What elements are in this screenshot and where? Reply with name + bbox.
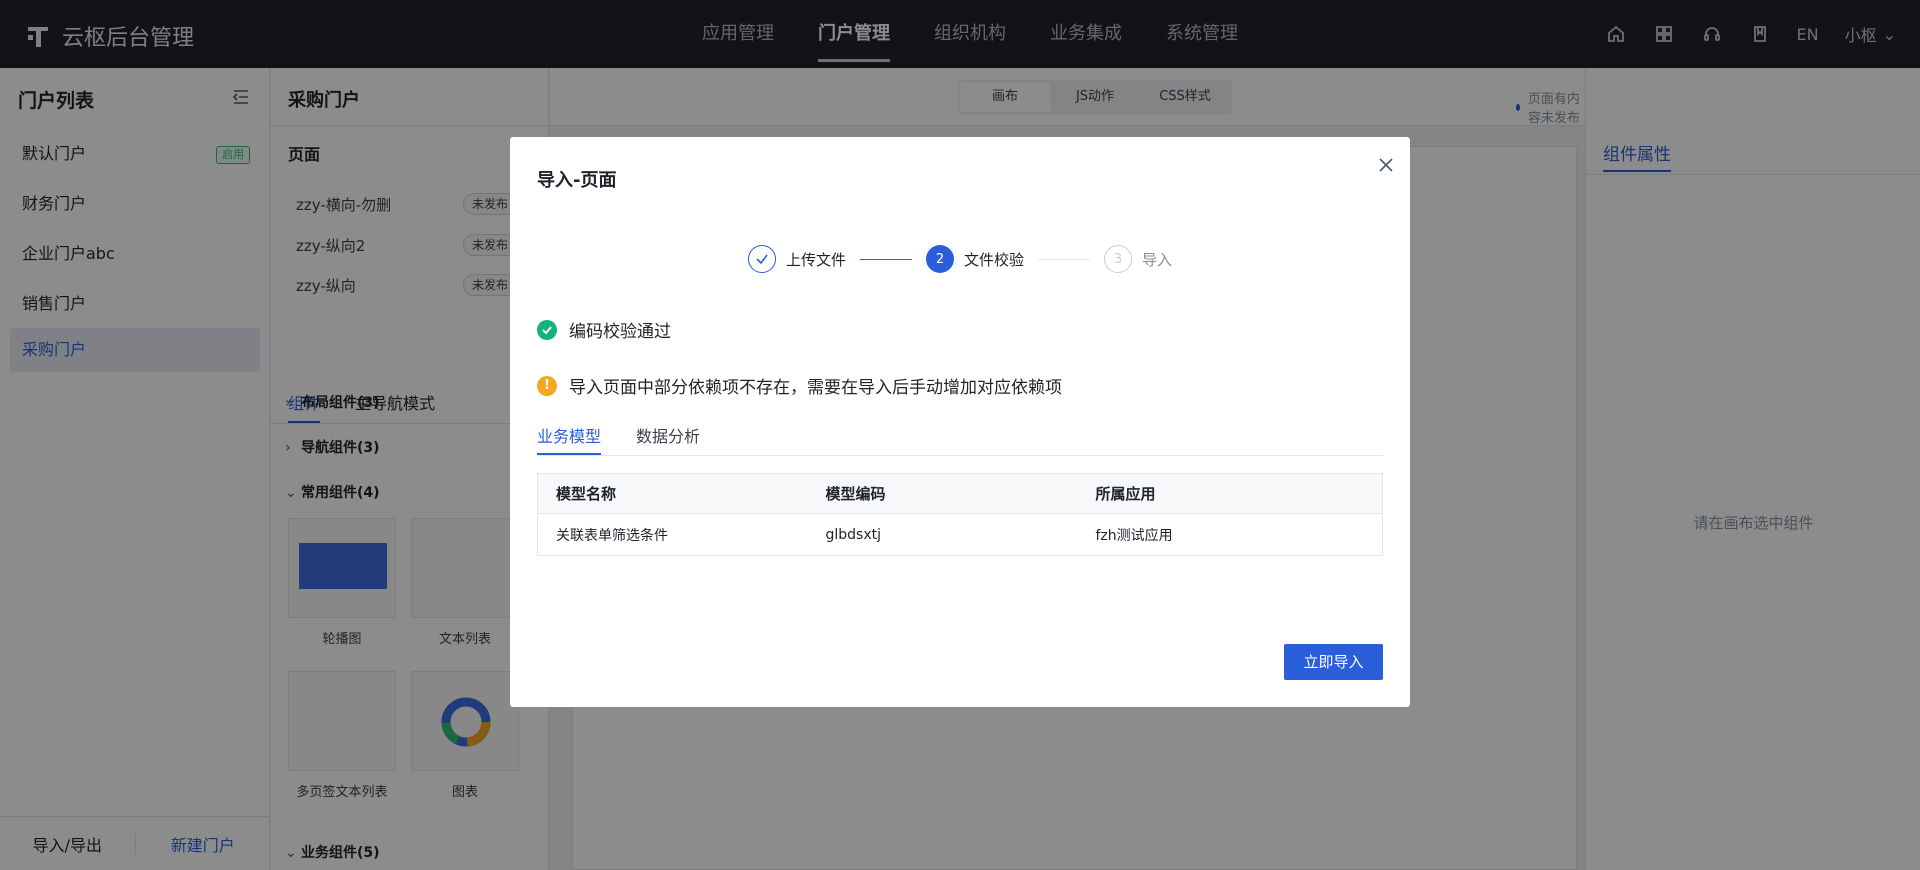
warning-text: 导入页面中部分依赖项不存在，需要在导入后手动增加对应依赖项 [569, 378, 1062, 398]
step-number: 2 [926, 245, 954, 273]
column-header: 所属应用 [1077, 473, 1383, 514]
import-steps: 上传文件 2 文件校验 3 导入 [748, 245, 1208, 275]
warning-icon: ! [537, 375, 557, 396]
step-label: 文件校验 [964, 250, 1025, 269]
dependency-tabs: 业务模型 数据分析 [537, 417, 1383, 456]
step-number: 3 [1104, 245, 1132, 273]
table-cell: glbdsxtj [825, 526, 882, 543]
close-icon[interactable] [1376, 155, 1396, 175]
table-cell: 关联表单筛选条件 [556, 527, 668, 544]
column-header: 模型编码 [807, 473, 1078, 514]
step-connector [1038, 259, 1090, 260]
step-connector [860, 259, 912, 260]
step-import: 3 导入 [1104, 245, 1172, 273]
tab-business-model[interactable]: 业务模型 [537, 423, 602, 455]
column-header: 模型名称 [537, 473, 808, 514]
success-icon [537, 319, 557, 340]
table-header-row: 模型名称 模型编码 所属应用 [537, 473, 1383, 514]
dependency-warning: ! 导入页面中部分依赖项不存在，需要在导入后手动增加对应依赖项 [537, 373, 1062, 398]
step-label: 导入 [1142, 250, 1173, 269]
check-ok-text: 编码校验通过 [569, 322, 671, 342]
step-file-validation: 2 文件校验 [926, 245, 1024, 273]
step-label: 上传文件 [786, 250, 847, 269]
dependency-table: 模型名称 模型编码 所属应用 关联表单筛选条件 glbdsxtj fzh测试应用 [537, 473, 1383, 556]
table-cell: fzh测试应用 [1095, 527, 1173, 544]
dialog-title: 导入-页面 [537, 170, 617, 191]
step-upload-file: 上传文件 [748, 245, 846, 273]
import-now-button[interactable]: 立即导入 [1284, 644, 1383, 680]
check-icon [748, 245, 776, 273]
tab-data-analysis[interactable]: 数据分析 [636, 423, 700, 447]
encoding-check-result: 编码校验通过 [537, 317, 671, 342]
import-page-dialog: 导入-页面 上传文件 2 文件校验 3 导入 编码校验通过 ! 导入页面中部分依… [510, 137, 1410, 707]
table-row: 关联表单筛选条件 glbdsxtj fzh测试应用 [538, 514, 1383, 556]
